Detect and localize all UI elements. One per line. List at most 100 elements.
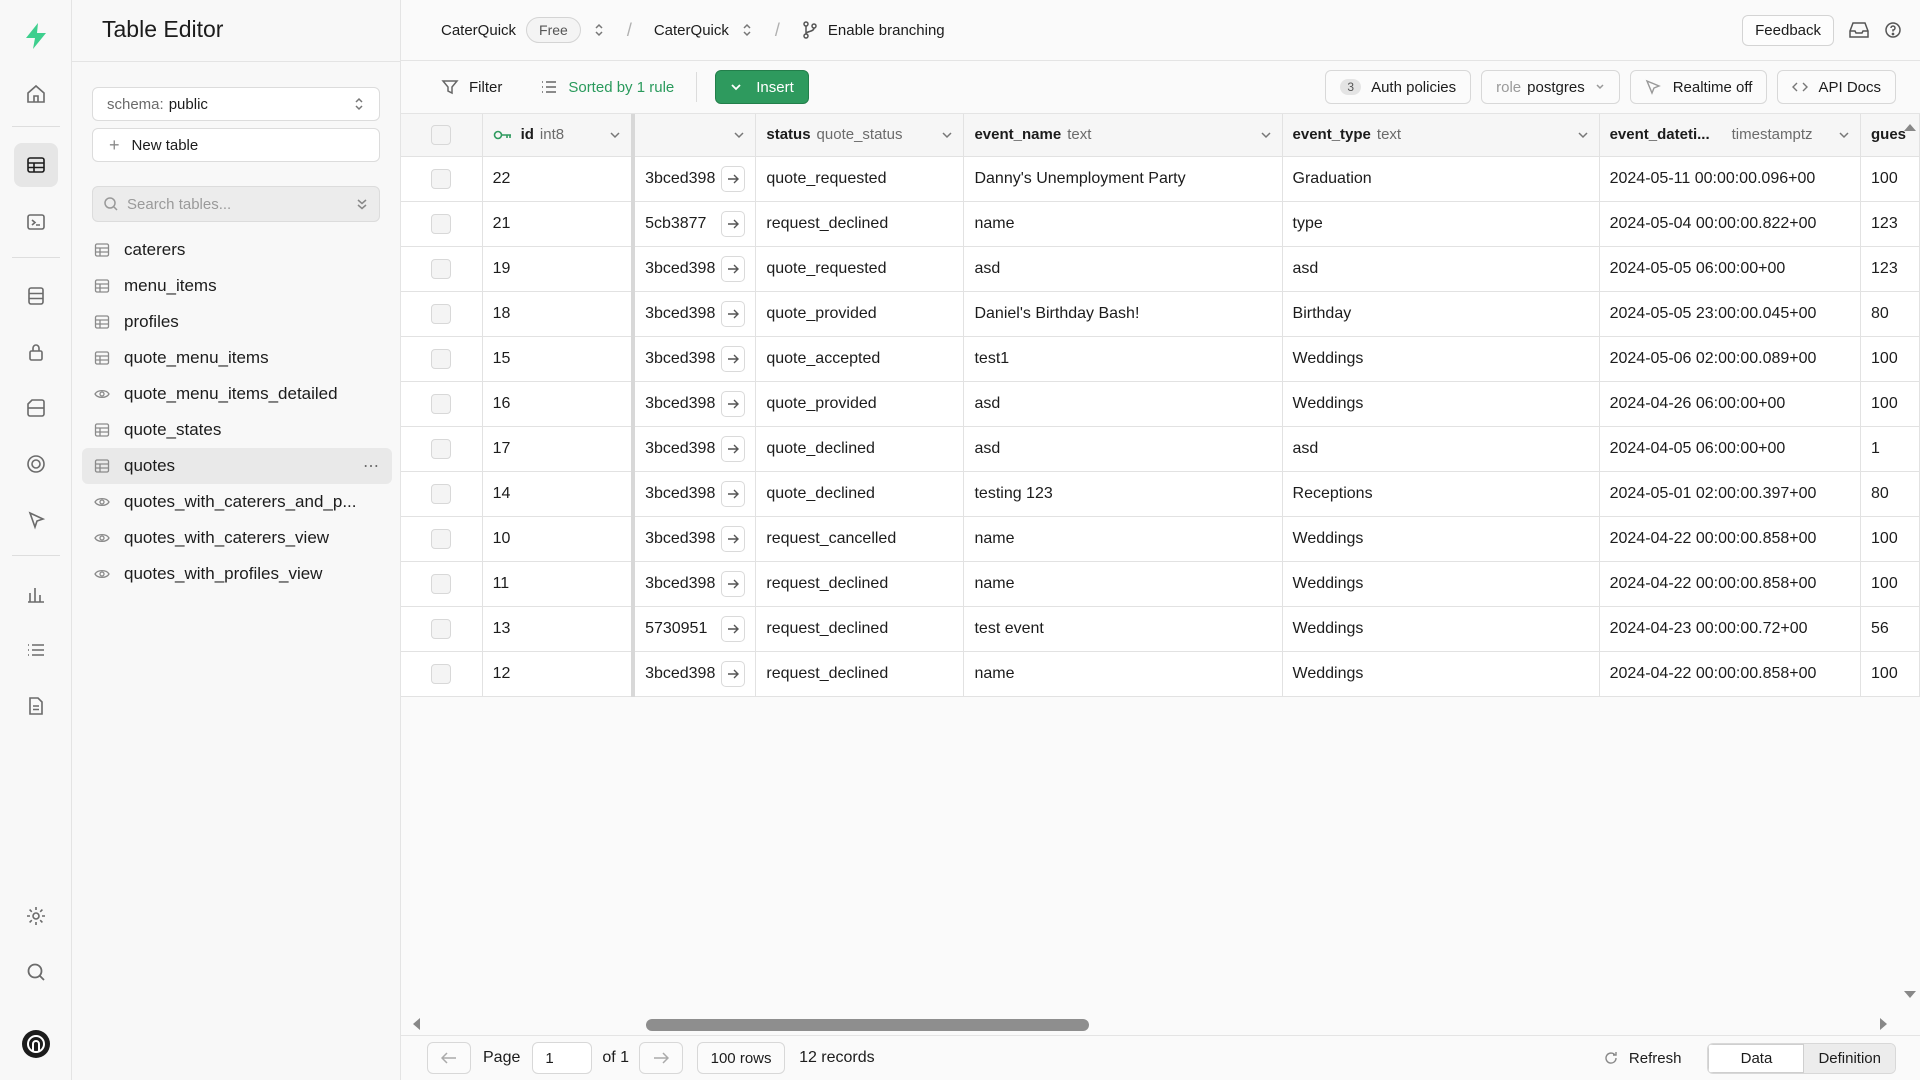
row-checkbox[interactable] xyxy=(431,213,452,234)
cell-fk[interactable]: 3bced398 xyxy=(631,651,757,697)
sidebar-item-menu-items[interactable]: menu_items xyxy=(82,268,392,304)
database-icon[interactable] xyxy=(14,274,58,318)
api-docs-button[interactable]: API Docs xyxy=(1777,70,1896,104)
chevron-down-icon[interactable] xyxy=(1577,131,1589,139)
more-options-icon[interactable]: ⋯ xyxy=(363,456,380,476)
cell-guests[interactable]: 100 xyxy=(1860,516,1920,562)
cell-event-name[interactable]: Daniel's Birthday Bash! xyxy=(963,291,1283,337)
cell-event-type[interactable]: Birthday xyxy=(1282,291,1600,337)
schema-select[interactable]: schema: public xyxy=(92,87,380,121)
cell-event-type[interactable]: Receptions xyxy=(1282,471,1600,517)
cell-event-name[interactable]: asd xyxy=(963,426,1283,472)
cell-id[interactable]: 10 xyxy=(482,516,634,562)
table-row[interactable]: 17 3bced398 quote_declined asd asd 2024-04-05… xyxy=(401,426,1920,472)
cell-guests[interactable]: 123 xyxy=(1860,246,1920,292)
cell-fk[interactable]: 3bced398 xyxy=(631,381,757,427)
chevron-down-icon[interactable] xyxy=(941,131,953,139)
arrow-right-icon[interactable] xyxy=(721,660,746,687)
cell-status[interactable]: request_declined xyxy=(755,561,965,607)
cell-event-name[interactable]: asd xyxy=(963,246,1283,292)
user-avatar-icon[interactable] xyxy=(14,1022,58,1066)
table-row[interactable]: 18 3bced398 quote_provided Daniel's Birthda… xyxy=(401,291,1920,337)
table-row[interactable]: 22 3bced398 quote_requested Danny's Unemplo… xyxy=(401,156,1920,202)
feedback-button[interactable]: Feedback xyxy=(1742,14,1834,46)
sidebar-item-quote-states[interactable]: quote_states xyxy=(82,412,392,448)
sidebar-item-quotes-with-caterers-and-p[interactable]: quotes_with_caterers_and_p... xyxy=(82,484,392,520)
inbox-icon[interactable] xyxy=(1848,20,1870,40)
cell-guests[interactable]: 123 xyxy=(1860,201,1920,247)
cell-fk[interactable]: 5730951 xyxy=(631,606,757,652)
cell-id[interactable]: 19 xyxy=(482,246,634,292)
cell-status[interactable]: request_cancelled xyxy=(755,516,965,562)
scroll-left-arrow-icon[interactable] xyxy=(411,1017,421,1031)
cell-guests[interactable]: 100 xyxy=(1860,561,1920,607)
column-header-fk[interactable] xyxy=(631,114,757,157)
row-checkbox[interactable] xyxy=(431,258,452,279)
table-row[interactable]: 19 3bced398 quote_requested asd asd 2024-05-0… xyxy=(401,246,1920,292)
table-row[interactable]: 12 3bced398 request_declined name Weddings 20… xyxy=(401,651,1920,697)
cell-event-datetime[interactable]: 2024-05-11 00:00:00.096+00 xyxy=(1599,156,1862,202)
logs-icon[interactable] xyxy=(14,628,58,672)
scroll-right-arrow-icon[interactable] xyxy=(1879,1017,1889,1031)
horizontal-scrollbar[interactable] xyxy=(401,1014,1920,1034)
cell-status[interactable]: quote_provided xyxy=(755,291,965,337)
cell-status[interactable]: quote_accepted xyxy=(755,336,965,382)
cell-fk[interactable]: 3bced398 xyxy=(631,426,757,472)
cell-event-datetime[interactable]: 2024-04-05 06:00:00+00 xyxy=(1599,426,1862,472)
row-checkbox[interactable] xyxy=(431,168,452,189)
chevron-down-icon[interactable] xyxy=(1838,131,1850,139)
cell-id[interactable]: 11 xyxy=(482,561,634,607)
cell-id[interactable]: 22 xyxy=(482,156,634,202)
refresh-button[interactable]: Refresh xyxy=(1629,1050,1682,1067)
rows-per-page-button[interactable]: 100 rows xyxy=(697,1042,786,1074)
cell-fk[interactable]: 3bced398 xyxy=(631,291,757,337)
table-row[interactable]: 11 3bced398 request_declined name Weddings 20… xyxy=(401,561,1920,607)
docs-icon[interactable] xyxy=(14,684,58,728)
cell-event-name[interactable]: name xyxy=(963,651,1283,697)
cell-guests[interactable]: 1 xyxy=(1860,426,1920,472)
arrow-right-icon[interactable] xyxy=(721,435,746,462)
row-checkbox[interactable] xyxy=(431,528,452,549)
cell-event-datetime[interactable]: 2024-05-06 02:00:00.089+00 xyxy=(1599,336,1862,382)
new-table-button[interactable]: + New table xyxy=(92,128,380,162)
cell-event-type[interactable]: Graduation xyxy=(1282,156,1600,202)
cell-id[interactable]: 18 xyxy=(482,291,634,337)
cell-event-datetime[interactable]: 2024-04-22 00:00:00.858+00 xyxy=(1599,651,1862,697)
sidebar-item-quotes-with-profiles-view[interactable]: quotes_with_profiles_view xyxy=(82,556,392,592)
cell-event-name[interactable]: name xyxy=(963,516,1283,562)
horizontal-scroll-thumb[interactable] xyxy=(646,1019,1089,1031)
column-header-guests[interactable]: gues xyxy=(1860,114,1920,157)
cell-event-type[interactable]: Weddings xyxy=(1282,606,1600,652)
sidebar-item-caterers[interactable]: caterers xyxy=(82,232,392,268)
cell-guests[interactable]: 100 xyxy=(1860,156,1920,202)
cell-id[interactable]: 13 xyxy=(482,606,634,652)
sidebar-item-profiles[interactable]: profiles xyxy=(82,304,392,340)
cell-event-name[interactable]: name xyxy=(963,201,1283,247)
cell-event-datetime[interactable]: 2024-04-23 00:00:00.72+00 xyxy=(1599,606,1862,652)
breadcrumb-project[interactable]: CaterQuick xyxy=(654,22,753,39)
row-checkbox[interactable] xyxy=(431,618,452,639)
arrow-right-icon[interactable] xyxy=(721,165,746,192)
cell-status[interactable]: quote_declined xyxy=(755,426,965,472)
cell-event-name[interactable]: testing 123 xyxy=(963,471,1283,517)
storage-icon[interactable] xyxy=(14,386,58,430)
scroll-up-arrow-icon[interactable] xyxy=(1903,122,1917,132)
settings-icon[interactable] xyxy=(14,894,58,938)
chevron-down-icon[interactable] xyxy=(609,131,621,139)
breadcrumb-org[interactable]: CaterQuick Free xyxy=(441,17,605,43)
cell-fk[interactable]: 5cb3877 xyxy=(631,201,757,247)
insert-button[interactable]: Insert xyxy=(715,70,809,104)
cell-event-name[interactable]: Danny's Unemployment Party xyxy=(963,156,1283,202)
table-row[interactable]: 14 3bced398 quote_declined testing 123 Recep… xyxy=(401,471,1920,517)
cell-event-type[interactable]: asd xyxy=(1282,426,1600,472)
cell-fk[interactable]: 3bced398 xyxy=(631,471,757,517)
cell-event-name[interactable]: test1 xyxy=(963,336,1283,382)
table-row[interactable]: 15 3bced398 quote_accepted test1 Weddings 202… xyxy=(401,336,1920,382)
realtime-toggle-button[interactable]: Realtime off xyxy=(1629,70,1768,104)
row-checkbox[interactable] xyxy=(431,573,452,594)
select-all-checkbox[interactable] xyxy=(431,124,452,145)
arrow-right-icon[interactable] xyxy=(721,345,746,372)
cell-event-datetime[interactable]: 2024-04-22 00:00:00.858+00 xyxy=(1599,516,1862,562)
logo-icon[interactable] xyxy=(14,14,58,58)
arrow-right-icon[interactable] xyxy=(721,570,746,597)
